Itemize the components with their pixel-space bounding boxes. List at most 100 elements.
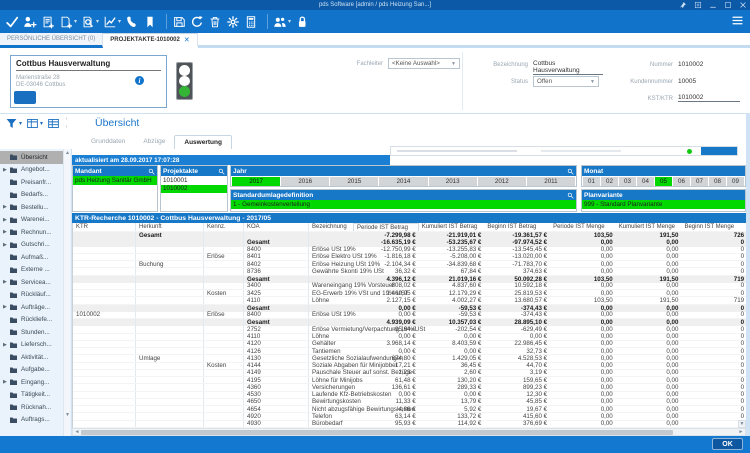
jahr-option[interactable]: 2012: [478, 177, 526, 186]
sidebar-item[interactable]: Aufgabe...: [0, 364, 63, 377]
hscroll-right-icon[interactable]: ►: [737, 429, 745, 435]
gear-button[interactable]: [226, 15, 240, 29]
minimize-icon[interactable]: [709, 1, 717, 9]
lock-button[interactable]: [295, 15, 309, 29]
search-icon[interactable]: [218, 168, 225, 175]
table-row[interactable]: 2752Erlöse Vermietung/Verpachtung 19% US…: [73, 326, 746, 333]
tab-grunddaten[interactable]: Grunddaten: [82, 135, 134, 149]
document-tab[interactable]: PERSÖNLICHE ÜBERSICHT (0): [0, 33, 103, 48]
sidebar-item[interactable]: ▶Eingang...: [0, 376, 63, 389]
table-row[interactable]: Gesamt-7.299,98 €-21.919,01 €-19.361,57 …: [73, 232, 746, 239]
funnel-icon[interactable]: ▾: [5, 117, 22, 130]
search-icon[interactable]: [148, 168, 155, 175]
jahr-option[interactable]: 2015: [330, 177, 378, 186]
sidebar-item[interactable]: ▶Warenei...: [0, 214, 63, 227]
sidebar-item[interactable]: Tätigkeit...: [0, 389, 63, 402]
jahr-option[interactable]: 2014: [379, 177, 427, 186]
file-add-button[interactable]: ▾: [59, 15, 77, 29]
grid-hscrollbar[interactable]: ◄ ►: [72, 428, 746, 436]
column-header[interactable]: Beginn IST Betrag: [484, 223, 550, 231]
column-header[interactable]: Herkunft: [136, 223, 204, 231]
refresh-button[interactable]: [190, 15, 204, 29]
table-row[interactable]: 4149Pauschale Steuer auf sonst. Bezüge1,…: [73, 370, 746, 377]
grid-vscroll-down-icon[interactable]: ▼: [738, 420, 746, 428]
monat-option[interactable]: 06: [673, 177, 690, 186]
document-tab[interactable]: PROJEKTAKTE-1010002✕: [103, 33, 197, 48]
projektakte-option[interactable]: 1010001: [161, 176, 227, 185]
sidebar-item[interactable]: Preisanfr...: [0, 176, 63, 189]
phone-button[interactable]: [125, 15, 139, 29]
fachleiter-select[interactable]: <Keine Auswahl>▼: [388, 58, 460, 69]
monat-option[interactable]: 01: [583, 177, 600, 186]
new-window-icon[interactable]: [694, 1, 702, 9]
table-row[interactable]: 8736Gewährte Skonti 19% USt36,32 €67,84 …: [73, 268, 746, 275]
note-add-button[interactable]: [41, 15, 55, 29]
projektakte-option[interactable]: 1010002: [161, 185, 227, 194]
calculator-button[interactable]: [244, 15, 258, 29]
sidebar-item[interactable]: ▶Gutschri...: [0, 239, 63, 252]
search-icon[interactable]: [567, 168, 574, 175]
splitter-handle[interactable]: ‹›: [63, 115, 70, 132]
jahr-option[interactable]: 2017: [232, 177, 280, 186]
bookmark-button[interactable]: [143, 15, 157, 29]
table-row[interactable]: 4110Löhne2.127,15 €4.002,27 €13.680,57 €…: [73, 297, 746, 304]
column-header[interactable]: Kumuliert IST Menge: [616, 223, 682, 231]
planvariante-value[interactable]: 999 - Standard Planvariante: [582, 200, 745, 209]
trash-button[interactable]: [208, 15, 222, 29]
column-header[interactable]: Periode IST Betrag: [353, 223, 419, 231]
tab-close-icon[interactable]: ✕: [184, 36, 190, 44]
search-icon[interactable]: [567, 192, 574, 199]
hscroll-thumb[interactable]: [81, 430, 673, 436]
sidebar-item[interactable]: Auftrags...: [0, 414, 63, 427]
column-header[interactable]: Kumuliert IST Betrag: [419, 223, 485, 231]
sidebar-item[interactable]: Externe ...: [0, 264, 63, 277]
menu-hamburger-icon[interactable]: [731, 14, 744, 27]
table-row[interactable]: 4930Bürobedarf95,93 €114,92 €376,69 €0,0…: [73, 421, 746, 428]
standardumlage-value[interactable]: 1 - Gemeinkostenverteilung: [231, 200, 576, 209]
grid-sum-icon[interactable]: [47, 117, 60, 130]
column-header[interactable]: Bezeichnung: [309, 223, 353, 231]
sidebar-scrollbar[interactable]: ▲▼: [63, 149, 70, 436]
sidebar-item[interactable]: ▶Liefersch...: [0, 339, 63, 352]
save-button[interactable]: [172, 15, 186, 29]
chart-button[interactable]: ▾: [103, 15, 121, 29]
column-header[interactable]: Periode IST Menge: [550, 223, 616, 231]
check-button[interactable]: [5, 15, 19, 29]
sidebar-item[interactable]: ▶Bestellu...: [0, 201, 63, 214]
column-header[interactable]: Kennz.: [204, 223, 244, 231]
hscroll-left-icon[interactable]: ◄: [73, 429, 81, 435]
sidebar-item[interactable]: ▶Rechnun...: [0, 226, 63, 239]
jahr-option[interactable]: 2011: [527, 177, 575, 186]
tab-abzüge[interactable]: Abzüge: [134, 135, 174, 149]
user-add-button[interactable]: [23, 15, 37, 29]
monat-option[interactable]: 04: [637, 177, 654, 186]
table-row[interactable]: 4654Nicht abzugsfähige Bewirtungskosten4…: [73, 406, 746, 413]
sidebar-item[interactable]: Aufmaß...: [0, 251, 63, 264]
sidebar-item[interactable]: Rückläuf...: [0, 289, 63, 302]
pin-icon[interactable]: [679, 1, 687, 9]
sidebar-item[interactable]: Übersicht: [0, 151, 63, 164]
sidebar-item[interactable]: ▶Angebot...: [0, 164, 63, 177]
sidebar-item[interactable]: Stunden...: [0, 326, 63, 339]
monat-option[interactable]: 02: [601, 177, 618, 186]
info-icon[interactable]: i: [135, 76, 144, 85]
monat-option[interactable]: 03: [619, 177, 636, 186]
sidebar-item[interactable]: Rückliefe...: [0, 314, 63, 327]
ok-button[interactable]: OK: [712, 438, 743, 450]
sidebar-item[interactable]: ▶Aufträge...: [0, 301, 63, 314]
table-row[interactable]: 1010002Erlöse8400Erlöse USt 19%0,00 €-59…: [73, 312, 746, 319]
status-select[interactable]: Offen▼: [533, 76, 599, 87]
monat-option[interactable]: 05: [655, 177, 672, 186]
close-icon[interactable]: [739, 1, 747, 9]
file-search-button[interactable]: ▾: [81, 15, 99, 29]
maximize-icon[interactable]: [724, 1, 732, 9]
tab-auswertung[interactable]: Auswertung: [174, 135, 232, 149]
column-header[interactable]: KTR: [73, 223, 136, 231]
jahr-option[interactable]: 2016: [281, 177, 329, 186]
sidebar-item[interactable]: ▶Servicea...: [0, 276, 63, 289]
sidebar-item[interactable]: Bedarfs...: [0, 189, 63, 202]
mandant-option[interactable]: pds Heizung Sanitär GmbH: [73, 176, 157, 185]
monat-option[interactable]: 07: [691, 177, 708, 186]
column-header[interactable]: KOA: [244, 223, 309, 231]
column-header[interactable]: Beginn IST Menge: [681, 223, 746, 231]
